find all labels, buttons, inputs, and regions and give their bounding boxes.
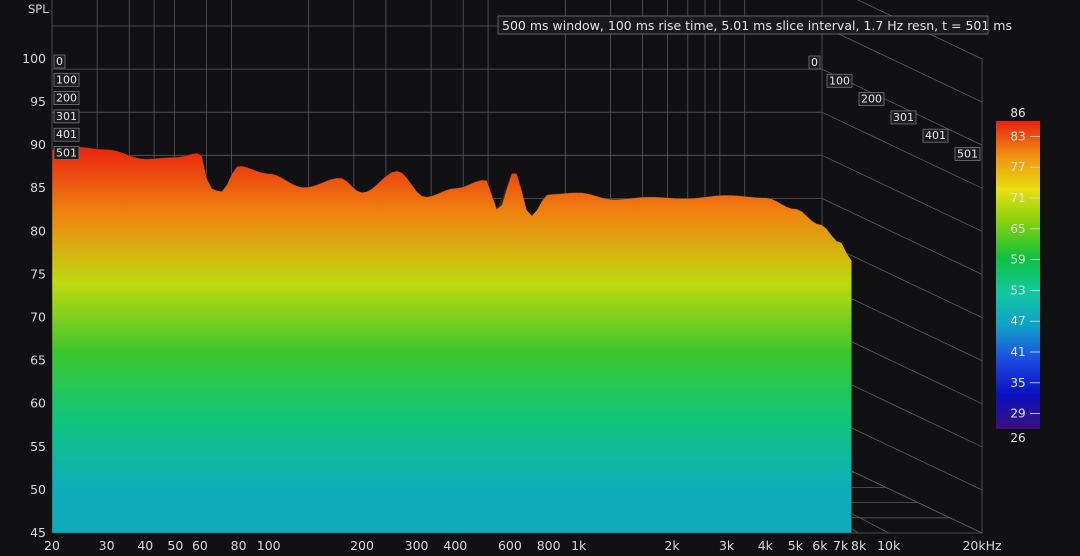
x-tick-label: 30 xyxy=(99,538,115,553)
colorbar-tick-label: 65 xyxy=(1010,222,1025,236)
waterfall-surface xyxy=(51,146,852,534)
x-tick-label: 60 xyxy=(192,538,208,553)
y-tick-label: 50 xyxy=(30,482,46,497)
x-tick-label: 600 xyxy=(498,538,522,553)
y-tick-label: 85 xyxy=(30,180,46,195)
colorbar-tick-label: 71 xyxy=(1010,191,1025,205)
slice-time-label: 200 xyxy=(861,93,882,106)
slice-time-label: 401 xyxy=(925,129,946,142)
colorbar: 83 77 71 65 59 53 47 41 35 29 86 26 xyxy=(996,106,1040,445)
x-tick-label: 40 xyxy=(137,538,153,553)
side-spl-line xyxy=(821,25,983,103)
slice-time-label: 501 xyxy=(957,148,978,161)
slice-time-label: 501 xyxy=(56,147,77,160)
slice-time-label: 0 xyxy=(811,56,818,69)
x-tick-label: 5k xyxy=(788,538,804,553)
colorbar-tick-label: 41 xyxy=(1010,345,1025,359)
waterfall-chart: 455055606570758085909510020 30 40 50 60 80 100… xyxy=(22,0,1040,553)
y-tick-label: 75 xyxy=(30,266,46,281)
x-tick-label: 8k xyxy=(851,538,867,553)
y-tick-label: 95 xyxy=(30,94,46,109)
x-tick-label: 400 xyxy=(443,538,467,553)
y-tick-label: 55 xyxy=(30,439,46,454)
slice-time-labels: 0 0 100 100 200 200 301 301 401 401 501 501 xyxy=(53,54,981,161)
y-tick-label: 65 xyxy=(30,353,46,368)
y-tick-label: 80 xyxy=(30,223,46,238)
slice-time-label: 401 xyxy=(56,128,77,141)
x-tick-label: 50 xyxy=(167,538,183,553)
waterfall-plot: 45 50 55 60 65 70 75 80 85 90 95 100 20 30 40 50 60 80 100… xyxy=(0,0,1080,556)
y-tick-label: 70 xyxy=(30,310,46,325)
colorbar-max-label: 86 xyxy=(1010,106,1025,120)
side-spl-line xyxy=(821,154,983,232)
x-tick-label: 7k xyxy=(833,538,849,553)
colorbar-tick-label: 77 xyxy=(1010,160,1025,174)
x-tick-label: 20 xyxy=(44,538,60,553)
colorbar-tick-label: 29 xyxy=(1010,407,1025,421)
x-tick-label: 6k xyxy=(812,538,828,553)
x-tick-label: 20kHz xyxy=(962,538,1002,553)
info-banner: 500 ms window, 100 ms rise time, 5.01 ms… xyxy=(497,15,1012,35)
x-tick-label: 3k xyxy=(719,538,735,553)
x-tick-label: 80 xyxy=(231,538,247,553)
x-tick-label: 1k xyxy=(571,538,587,553)
x-tick-label: 2k xyxy=(664,538,680,553)
slice-time-label: 0 xyxy=(56,55,63,68)
waterfall-slice xyxy=(51,146,852,534)
colorbar-tick-label: 59 xyxy=(1010,253,1025,267)
slice-time-label: 200 xyxy=(56,92,77,105)
colorbar-tick-label: 35 xyxy=(1010,376,1025,390)
x-tick-label: 800 xyxy=(537,538,561,553)
colorbar-tick-label: 47 xyxy=(1010,314,1025,328)
info-banner-text: 500 ms window, 100 ms rise time, 5.01 ms… xyxy=(502,18,1012,33)
colorbar-tick-label: 83 xyxy=(1010,129,1025,143)
y-tick-label: 100 xyxy=(22,51,46,66)
y-axis-title: SPL xyxy=(28,2,49,16)
x-tick-label: 200 xyxy=(350,538,374,553)
slice-time-label: 301 xyxy=(56,110,77,123)
x-tick-label: 100 xyxy=(257,538,281,553)
y-tick-label: 60 xyxy=(30,396,46,411)
slice-time-label: 100 xyxy=(829,74,850,87)
slice-time-label: 301 xyxy=(893,111,914,124)
colorbar-tick-label: 53 xyxy=(1010,283,1025,297)
x-tick-label: 4k xyxy=(758,538,774,553)
slice-time-label: 100 xyxy=(56,73,77,86)
colorbar-min-label: 26 xyxy=(1010,431,1025,445)
y-tick-label: 90 xyxy=(30,137,46,152)
x-tick-label: 10k xyxy=(877,538,901,553)
x-tick-label: 300 xyxy=(405,538,429,553)
